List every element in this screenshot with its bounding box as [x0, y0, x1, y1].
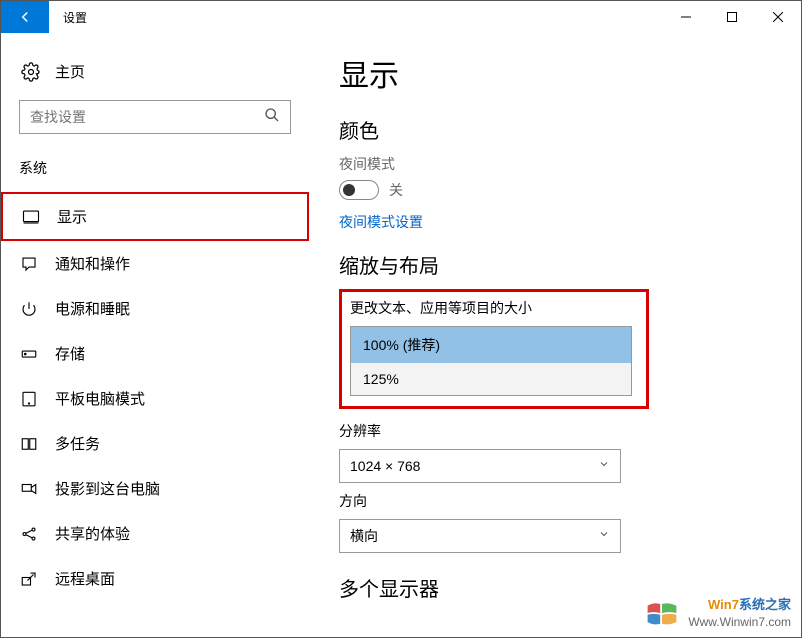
nav-label: 电源和睡眠: [55, 298, 130, 319]
nav-label: 多任务: [55, 433, 100, 454]
close-icon: [773, 12, 783, 22]
storage-icon: [19, 345, 39, 363]
search-icon: [264, 107, 280, 128]
minimize-icon: [681, 12, 691, 22]
main-content: 显示 颜色 夜间模式 关 夜间模式设置 缩放与布局 更改文本、应用等项目的大小 …: [309, 33, 801, 637]
nav-item-shared[interactable]: 共享的体验: [1, 511, 309, 556]
scale-option-125[interactable]: 125%: [351, 363, 631, 395]
nav-label: 平板电脑模式: [55, 388, 145, 409]
search-input[interactable]: [30, 109, 264, 125]
notification-icon: [19, 255, 39, 273]
titlebar: 设置: [1, 1, 801, 33]
arrow-left-icon: [16, 8, 34, 26]
night-mode-toggle[interactable]: [339, 180, 379, 200]
nav-list: 显示 通知和操作 电源和睡眠 存储 平板电脑模式 多任务: [1, 192, 309, 601]
nav-label: 存储: [55, 343, 85, 364]
page-title: 显示: [339, 51, 771, 95]
search-box[interactable]: [19, 100, 291, 134]
night-mode-settings-link[interactable]: 夜间模式设置: [339, 212, 423, 232]
nav-item-display[interactable]: 显示: [1, 192, 309, 241]
share-icon: [19, 525, 39, 543]
wm-line1-left: Win7: [708, 597, 739, 612]
section-scale: 缩放与布局: [339, 250, 771, 279]
nav-label: 显示: [57, 206, 87, 227]
nav-item-multitask[interactable]: 多任务: [1, 421, 309, 466]
scale-combo[interactable]: 100% (推荐) 125%: [350, 326, 632, 396]
chevron-down-icon: [598, 457, 610, 475]
display-icon: [21, 208, 41, 226]
nav-item-notifications[interactable]: 通知和操作: [1, 241, 309, 286]
home-label: 主页: [55, 61, 85, 82]
multitask-icon: [19, 435, 39, 453]
night-mode-state: 关: [389, 180, 403, 200]
scale-option-100[interactable]: 100% (推荐): [351, 327, 631, 363]
orientation-label: 方向: [339, 491, 771, 511]
resolution-select[interactable]: 1024 × 768: [339, 449, 621, 483]
scale-label: 更改文本、应用等项目的大小: [350, 298, 638, 318]
nav-item-power[interactable]: 电源和睡眠: [1, 286, 309, 331]
window-controls: [663, 1, 801, 33]
nav-item-project[interactable]: 投影到这台电脑: [1, 466, 309, 511]
nav-item-tablet[interactable]: 平板电脑模式: [1, 376, 309, 421]
gear-icon: [21, 62, 41, 82]
power-icon: [19, 300, 39, 318]
wm-line1-right: 系统之家: [739, 597, 791, 612]
resolution-value: 1024 × 768: [350, 458, 420, 474]
maximize-icon: [727, 12, 737, 22]
wm-url: Www.Winwin7.com: [688, 614, 791, 631]
project-icon: [19, 480, 39, 498]
chevron-down-icon: [598, 527, 610, 545]
tablet-icon: [19, 390, 39, 408]
nav-item-storage[interactable]: 存储: [1, 331, 309, 376]
minimize-button[interactable]: [663, 1, 709, 33]
night-mode-label: 夜间模式: [339, 154, 771, 174]
maximize-button[interactable]: [709, 1, 755, 33]
category-header: 系统: [19, 158, 291, 178]
highlight-box: 更改文本、应用等项目的大小 100% (推荐) 125%: [339, 289, 649, 409]
resolution-label: 分辨率: [339, 421, 771, 441]
remote-icon: [19, 570, 39, 588]
nav-label: 投影到这台电脑: [55, 478, 160, 499]
orientation-value: 横向: [350, 526, 378, 546]
back-button[interactable]: [1, 1, 49, 33]
close-button[interactable]: [755, 1, 801, 33]
orientation-select[interactable]: 横向: [339, 519, 621, 553]
nav-label: 远程桌面: [55, 568, 115, 589]
watermark: Win7系统之家 Www.Winwin7.com: [642, 593, 791, 633]
nav-label: 通知和操作: [55, 253, 130, 274]
nav-item-remote[interactable]: 远程桌面: [1, 556, 309, 601]
windows-logo-icon: [642, 593, 682, 633]
nav-label: 共享的体验: [55, 523, 130, 544]
window-title: 设置: [63, 9, 87, 26]
section-color: 颜色: [339, 115, 771, 144]
home-row[interactable]: 主页: [21, 61, 291, 82]
sidebar: 主页 系统 显示 通知和操作 电源和睡眠 存储: [1, 33, 309, 637]
